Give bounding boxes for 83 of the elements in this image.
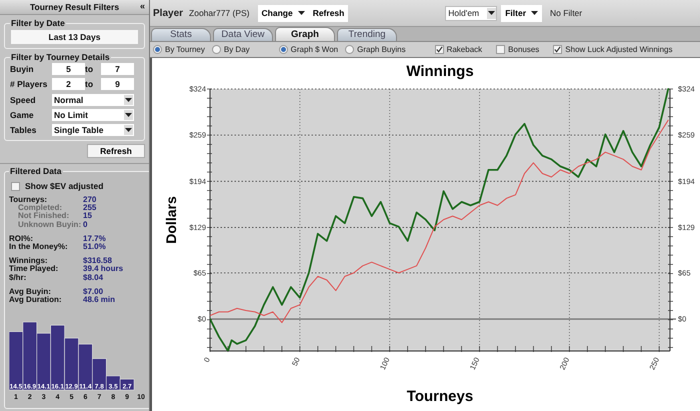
caret-icon xyxy=(125,112,132,118)
stat-value: 270 xyxy=(83,196,98,204)
group-legend: Filter by Date xyxy=(10,18,66,28)
stat-label: Tourneys: xyxy=(9,196,48,204)
stat-label: Avg Buyin: xyxy=(9,288,52,296)
tab[interactable]: Graph xyxy=(275,27,335,41)
histogram-bar xyxy=(9,332,24,391)
histogram-bar xyxy=(64,338,79,391)
stat-label: Unknown Buyin: xyxy=(17,220,82,229)
stat-value: $8.04 xyxy=(83,274,104,282)
range-separator: to xyxy=(85,79,94,89)
filter-status: No Filter xyxy=(550,8,584,18)
stat-label: ROI%: xyxy=(9,234,34,243)
radio-label: Graph $ Won xyxy=(290,45,338,54)
number-field[interactable]: 5 xyxy=(52,63,85,75)
stat-label: $/hr: xyxy=(9,274,28,282)
number-field[interactable]: 9 xyxy=(101,78,134,90)
checkbox[interactable] xyxy=(553,45,562,54)
radio-label: By Tourney xyxy=(165,45,205,54)
collapse-button[interactable]: « xyxy=(140,1,145,11)
stat-value: 17.7% xyxy=(83,234,107,243)
stat-label: Winnings: xyxy=(9,257,48,266)
radio-button[interactable] xyxy=(345,45,354,54)
number-field[interactable]: 7 xyxy=(101,63,134,75)
field-label: Tables xyxy=(10,125,38,135)
radio-button[interactable] xyxy=(153,45,162,54)
checkbox[interactable] xyxy=(11,182,20,190)
range-separator: to xyxy=(85,64,94,74)
group-legend: Filter by Tourney Details xyxy=(10,52,111,62)
caret-icon xyxy=(488,10,496,16)
date-range-button[interactable]: Last 13 Days xyxy=(11,30,138,44)
group-legend: Filtered Data xyxy=(9,166,62,176)
histogram-bar xyxy=(120,379,134,391)
stat-label: In the Money%: xyxy=(9,243,69,252)
field-label: Speed xyxy=(10,95,37,105)
game-dropdown[interactable]: Hold'em xyxy=(445,6,498,20)
dropdown[interactable]: No Limit xyxy=(52,109,134,121)
dropdown[interactable]: Single Table xyxy=(52,124,134,136)
stat-label: Not Finished: xyxy=(17,212,70,221)
radio-label: Graph Buyins xyxy=(357,45,406,54)
tab[interactable]: Stats xyxy=(151,28,211,41)
histogram-bar xyxy=(50,325,65,391)
stat-value: 48.6 min xyxy=(83,296,116,304)
field-label: Buyin xyxy=(10,64,35,74)
number-field[interactable]: 2 xyxy=(52,78,85,90)
histogram-bar xyxy=(36,333,51,391)
caret-icon xyxy=(298,10,305,16)
player-name: Zoohar777 (PS) xyxy=(189,8,250,18)
field-label: Game xyxy=(10,110,35,120)
refresh-button[interactable]: Refresh xyxy=(87,144,145,158)
dropdown[interactable]: Normal xyxy=(52,94,134,106)
radio-button[interactable] xyxy=(278,45,288,54)
stat-value: $316.58 xyxy=(83,257,112,266)
checkbox-label: Bonuses xyxy=(508,45,540,54)
radio-label: By Day xyxy=(224,45,250,54)
stat-label: Avg Duration: xyxy=(9,296,63,304)
stat-value: $7.00 xyxy=(83,288,104,296)
stat-value: 51.0% xyxy=(83,243,107,252)
field-label: # Players xyxy=(10,79,48,89)
stat-value: 0 xyxy=(83,220,88,229)
axis-title: Tourneys xyxy=(406,388,474,405)
stat-label: Time Played: xyxy=(9,265,60,274)
histogram-bar xyxy=(22,322,38,391)
stat-label: Completed: xyxy=(18,204,62,212)
stat-value: 15 xyxy=(83,212,93,221)
caret-icon xyxy=(125,128,132,132)
checkbox[interactable] xyxy=(496,45,506,54)
checkbox[interactable] xyxy=(434,45,444,54)
radio-button[interactable] xyxy=(212,45,221,54)
checkbox-label: Show Luck Adjusted Winnings xyxy=(565,45,672,54)
stat-value: 255 xyxy=(83,204,98,212)
stat-value: 39.4 hours xyxy=(83,265,124,274)
panel-title: Tourney Result Filters xyxy=(30,2,120,12)
checkbox-label: Show $EV adjusted xyxy=(25,181,104,191)
axis-title: Dollars xyxy=(163,196,179,244)
caret-icon xyxy=(125,98,132,102)
caret-icon xyxy=(531,10,538,16)
tab[interactable]: Trending xyxy=(337,28,397,41)
player-label: Player xyxy=(153,8,184,18)
checkbox-label: Rakeback xyxy=(446,45,482,54)
filter-button[interactable]: Filter xyxy=(501,4,542,22)
chart-title: Winnings xyxy=(406,63,474,80)
tab[interactable]: Data View xyxy=(213,28,273,41)
